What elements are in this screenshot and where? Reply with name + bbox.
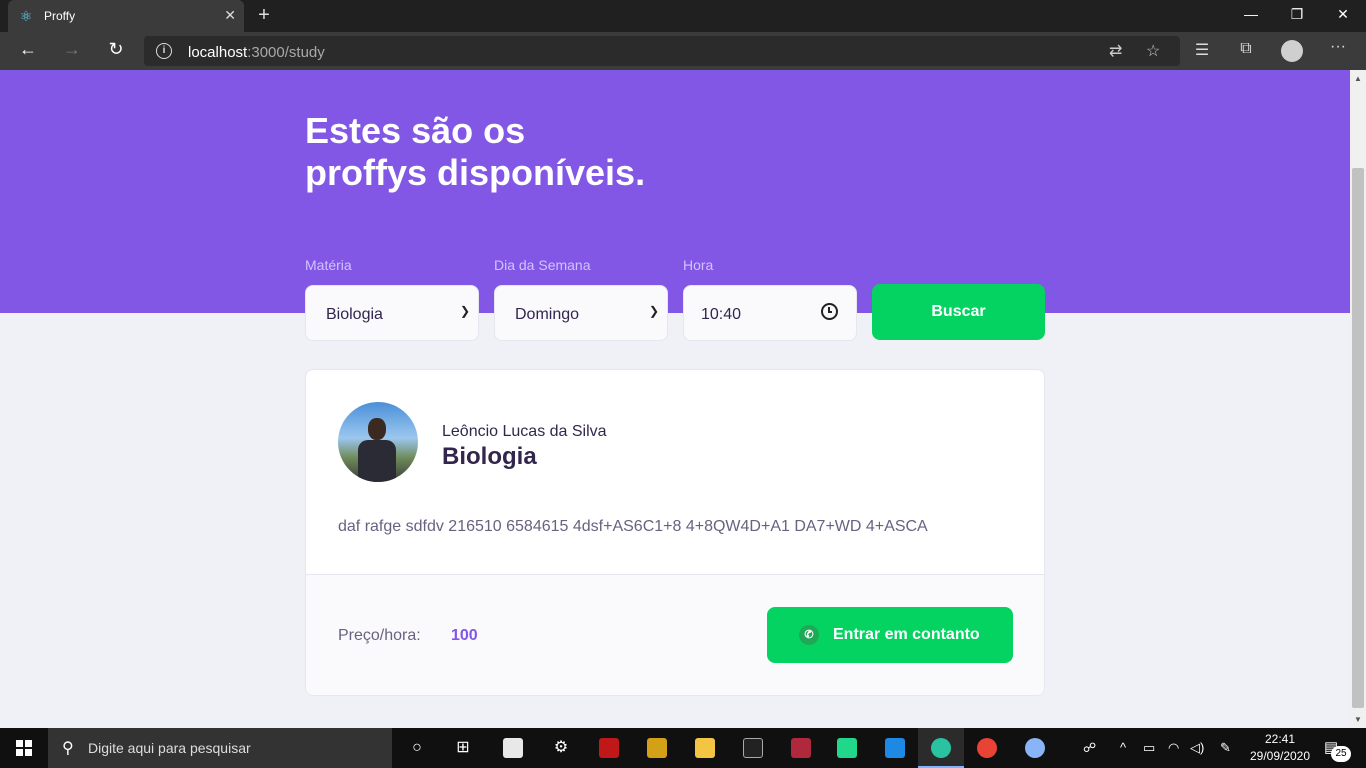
weekday-select[interactable]: Domingo ❯ xyxy=(494,285,668,341)
clock-date: 29/09/2020 xyxy=(1249,749,1311,763)
search-icon: ⚲ xyxy=(62,740,74,757)
close-window-button[interactable]: ✕ xyxy=(1328,6,1358,23)
price-value: 100 xyxy=(451,627,478,644)
collections-icon[interactable]: ⧉ xyxy=(1234,40,1258,58)
edge-browser-icon[interactable] xyxy=(918,728,964,768)
pycharm-icon[interactable] xyxy=(824,728,870,768)
taskbar-clock[interactable]: 22:41 29/09/2020 xyxy=(1248,731,1312,765)
volume-icon[interactable]: ◁) xyxy=(1190,740,1204,756)
close-tab-icon[interactable]: ✕ xyxy=(224,7,236,24)
minimize-button[interactable]: — xyxy=(1236,6,1266,22)
subject-select[interactable]: Biologia ❯ xyxy=(305,285,479,341)
time-label: Hora xyxy=(683,257,714,273)
favorite-star-icon[interactable]: ☆ xyxy=(1146,41,1160,61)
chevron-down-icon: ❯ xyxy=(648,304,659,318)
subject-select-value: Biologia xyxy=(326,306,383,323)
vscode-icon[interactable] xyxy=(872,728,918,768)
weekday-label: Dia da Semana xyxy=(494,257,591,273)
battery-icon[interactable]: ▭ xyxy=(1143,740,1155,756)
file-explorer-icon[interactable] xyxy=(682,728,728,768)
browser-tab-bar: ⚛ Proffy ✕ + — ❐ ✕ xyxy=(0,0,1366,32)
new-tab-button[interactable]: + xyxy=(252,4,276,27)
whatsapp-icon: ✆ xyxy=(799,625,819,645)
people-icon[interactable]: ☍ xyxy=(1083,740,1096,756)
forward-button[interactable]: → xyxy=(59,39,85,60)
database-app-icon[interactable] xyxy=(778,728,824,768)
teacher-avatar xyxy=(338,402,418,482)
windows-start-icon[interactable] xyxy=(16,740,32,756)
pen-icon[interactable]: ✎ xyxy=(1220,740,1231,756)
teacher-name: Leôncio Lucas da Silva xyxy=(442,423,607,440)
react-favicon-icon: ⚛ xyxy=(19,8,33,24)
translate-icon[interactable]: ⇄ xyxy=(1109,41,1122,61)
taskbar-search-placeholder: Digite aqui para pesquisar xyxy=(88,740,251,756)
profile-avatar[interactable] xyxy=(1281,40,1303,62)
wifi-icon[interactable]: ◠ xyxy=(1168,740,1179,756)
tab-title: Proffy xyxy=(44,9,76,23)
page-viewport: Estes são os proffys disponíveis. Matéria… xyxy=(0,70,1350,728)
time-input[interactable]: 10:40 xyxy=(683,285,857,341)
teacher-card: Leôncio Lucas da Silva Biologia daf rafg… xyxy=(305,369,1045,696)
time-input-value: 10:40 xyxy=(701,306,742,323)
teacher-card-footer: Preço/hora: 100 ✆ Entrar em contanto xyxy=(306,574,1044,695)
vertical-scrollbar[interactable]: ▲ ▼ xyxy=(1350,70,1366,728)
page-header: Estes são os proffys disponíveis. Matéria… xyxy=(0,70,1350,313)
chrome-icon[interactable] xyxy=(964,728,1010,768)
page-title: Estes são os proffys disponíveis. xyxy=(305,110,646,193)
reload-button[interactable]: ↻ xyxy=(103,39,129,60)
subject-label: Matéria xyxy=(305,257,352,273)
scroll-down-icon[interactable]: ▼ xyxy=(1354,715,1362,724)
clock-time: 22:41 xyxy=(1264,732,1296,746)
terminal-icon[interactable] xyxy=(730,728,776,768)
clock-icon[interactable] xyxy=(821,303,838,320)
chevron-up-icon[interactable]: ^ xyxy=(1120,740,1126,755)
scrollbar-thumb[interactable] xyxy=(1352,168,1364,708)
weekday-select-value: Domingo xyxy=(515,306,580,323)
scroll-up-icon[interactable]: ▲ xyxy=(1354,74,1362,83)
game-app-icon[interactable] xyxy=(634,728,680,768)
back-button[interactable]: ← xyxy=(15,39,41,60)
taskbar: ⚲ Digite aqui para pesquisar ○ ⊞ ⚙ ☍ ^ ▭… xyxy=(0,728,1366,768)
teacher-bio: daf rafge sdfdv 216510 6584615 4dsf+AS6C… xyxy=(338,518,928,535)
site-info-icon[interactable]: i xyxy=(156,43,172,59)
search-button[interactable]: Buscar xyxy=(872,284,1045,340)
notification-badge: 25 xyxy=(1331,746,1351,762)
chevron-down-icon: ❯ xyxy=(459,304,470,318)
paint-icon[interactable] xyxy=(1012,728,1058,768)
contact-button[interactable]: ✆ Entrar em contanto xyxy=(767,607,1013,663)
browser-tab[interactable]: ⚛ Proffy ✕ xyxy=(8,0,244,32)
store-icon[interactable] xyxy=(490,728,536,768)
price-label: Preço/hora: xyxy=(338,627,421,644)
more-menu-icon[interactable]: ··· xyxy=(1326,38,1350,56)
contact-button-label: Entrar em contanto xyxy=(833,626,980,643)
settings-gear-icon[interactable]: ⚙ xyxy=(538,728,584,768)
mcafee-icon[interactable] xyxy=(586,728,632,768)
favorites-list-icon[interactable]: ☰ xyxy=(1190,40,1214,60)
restore-button[interactable]: ❐ xyxy=(1282,6,1312,23)
url-text: localhost:3000/study xyxy=(188,44,325,61)
taskbar-search-box[interactable]: ⚲ Digite aqui para pesquisar xyxy=(48,728,392,768)
teacher-subject: Biologia xyxy=(442,443,537,470)
address-bar[interactable]: i localhost:3000/study ⇄ ☆ xyxy=(144,36,1180,66)
task-view-icon[interactable]: ⊞ xyxy=(440,728,486,768)
cortana-icon[interactable]: ○ xyxy=(394,728,440,768)
browser-toolbar: ← → ↻ i localhost:3000/study ⇄ ☆ ☰ ⧉ ··· xyxy=(0,32,1366,70)
